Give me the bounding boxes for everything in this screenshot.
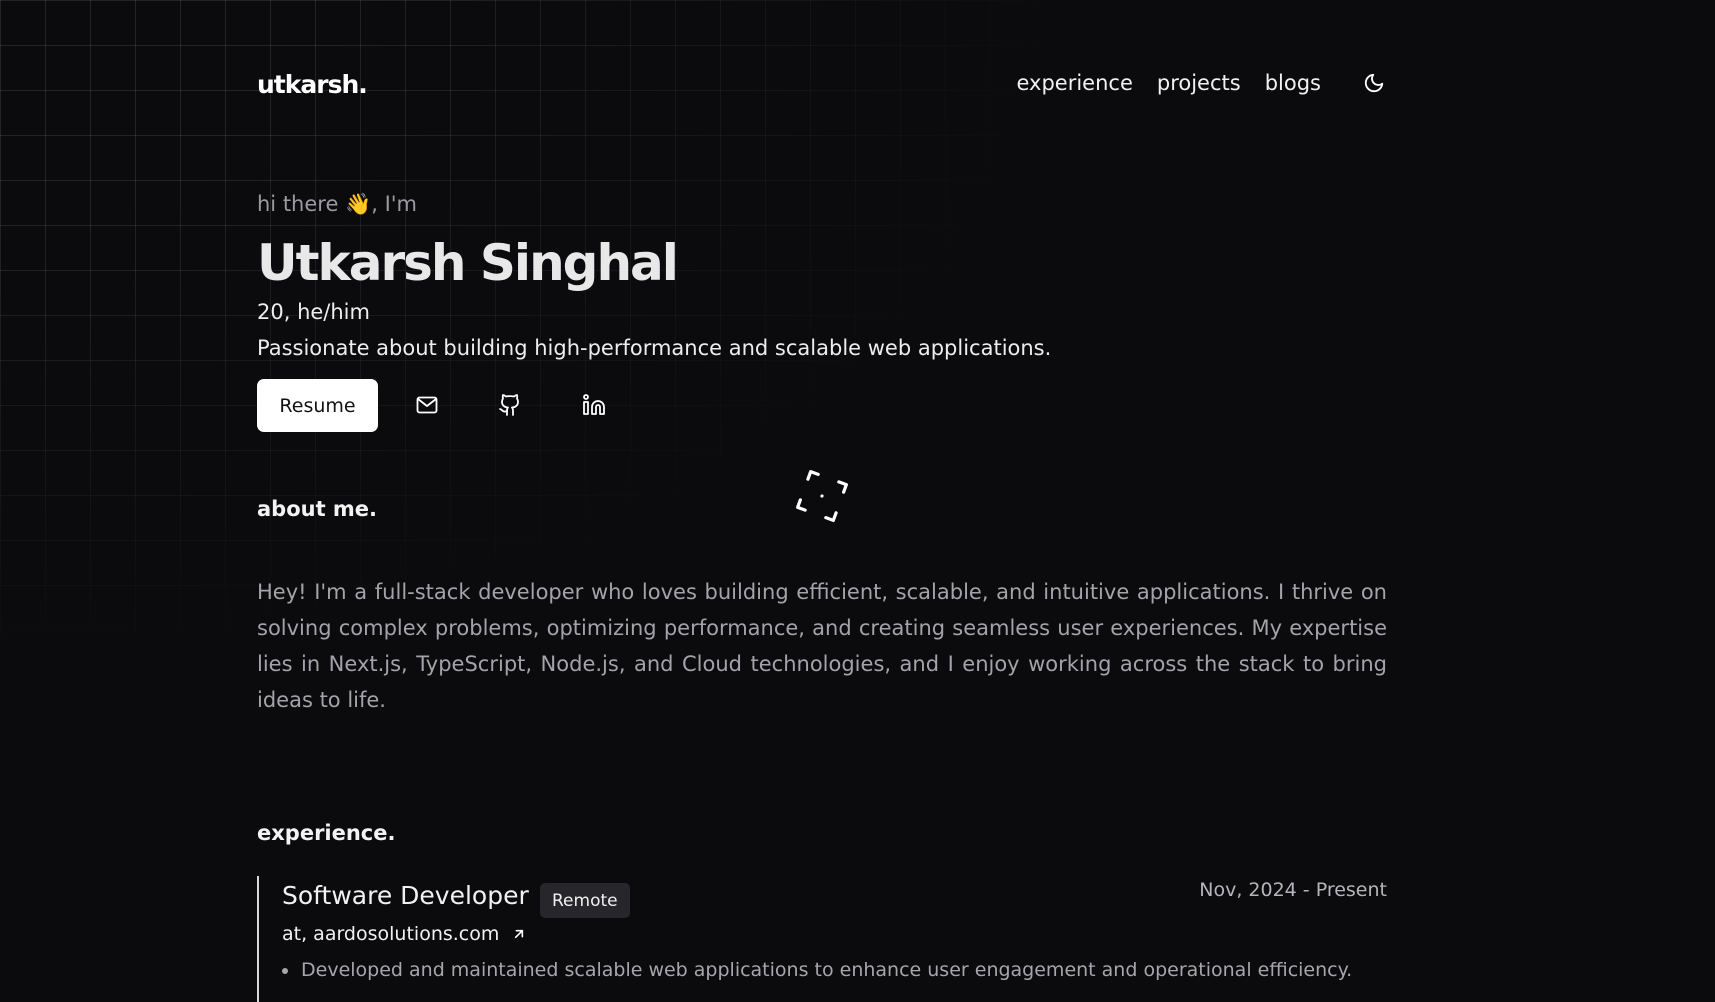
age-pronouns: 20, he/him xyxy=(257,300,370,324)
hero-tagline: Passionate about building high-performan… xyxy=(257,336,1052,360)
experience-company-link[interactable]: at, aardosolutions.com xyxy=(282,923,527,945)
experience-badge: Remote xyxy=(540,883,630,918)
hero-name: Utkarsh Singhal xyxy=(257,234,679,292)
resume-button[interactable]: Resume xyxy=(257,379,378,432)
site-logo[interactable]: utkarsh. xyxy=(257,70,368,99)
github-link[interactable] xyxy=(495,390,525,420)
experience-timeline-line xyxy=(257,876,259,1002)
experience-bullet: Developed and maintained scalable web ap… xyxy=(282,955,1392,985)
focus-scan-icon xyxy=(796,470,848,522)
nav-experience[interactable]: experience xyxy=(1016,71,1132,95)
greeting-prefix: hi there xyxy=(257,192,339,216)
greeting-suffix: , I'm xyxy=(371,192,417,216)
hero-actions: Resume xyxy=(257,379,605,432)
experience-bullets: Developed and maintained scalable web ap… xyxy=(282,955,1392,985)
top-nav: experience projects blogs xyxy=(1016,70,1387,96)
about-title: about me. xyxy=(257,497,378,521)
linkedin-link[interactable] xyxy=(579,390,609,420)
arrow-up-right-icon xyxy=(515,929,524,939)
about-text: Hey! I'm a full-stack developer who love… xyxy=(257,580,1387,712)
portfolio-page: utkarsh. experience projects blogs hi th… xyxy=(0,0,1715,1002)
experience-title: experience. xyxy=(257,821,396,845)
nav-projects[interactable]: projects xyxy=(1157,71,1241,95)
experience-date: Nov, 2024 - Present xyxy=(1199,879,1387,901)
moon-icon xyxy=(1364,73,1384,93)
nav-blogs[interactable]: blogs xyxy=(1265,71,1321,95)
greeting: hi there 👋, I'm xyxy=(257,192,417,217)
experience-role: Software Developer xyxy=(282,881,529,910)
experience-company: at, aardosolutions.com xyxy=(282,923,500,945)
theme-toggle-button[interactable] xyxy=(1361,70,1387,96)
mail-icon xyxy=(416,396,438,414)
github-icon xyxy=(499,394,519,416)
linkedin-icon xyxy=(583,394,605,415)
wave-emoji: 👋 xyxy=(345,192,372,216)
email-link[interactable] xyxy=(412,390,442,420)
